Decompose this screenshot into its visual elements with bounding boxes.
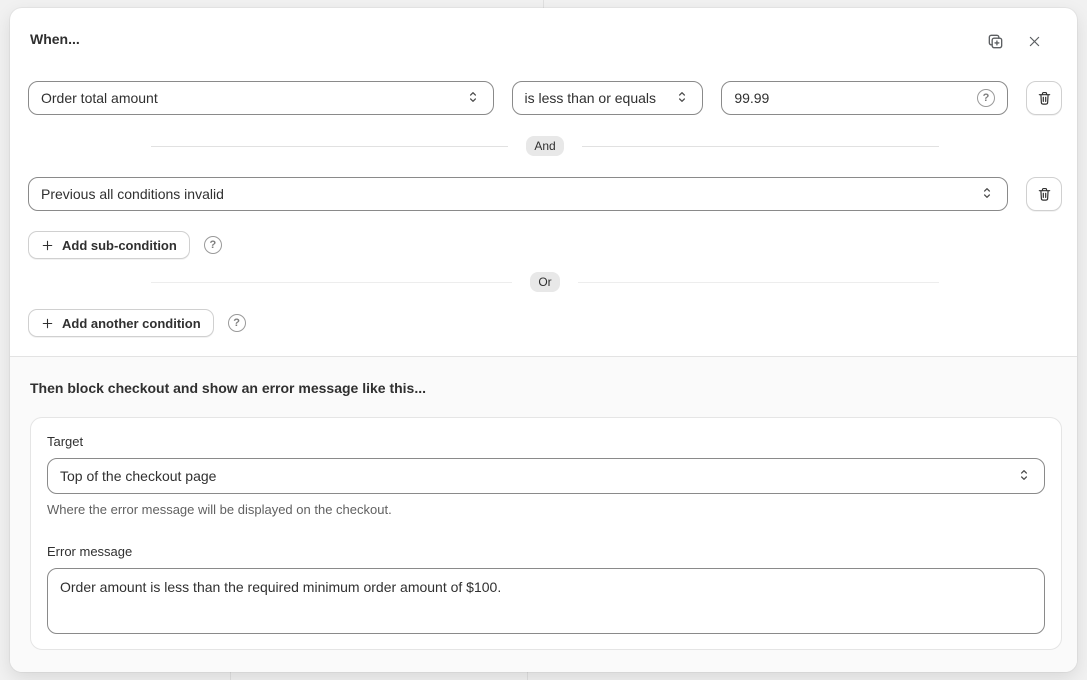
updown-chevron-icon: [674, 89, 690, 108]
updown-chevron-icon: [1016, 467, 1032, 486]
target-label: Target: [47, 434, 1045, 450]
background-divider: [230, 671, 231, 680]
then-heading: Then block checkout and show an error me…: [30, 379, 1062, 397]
updown-chevron-icon: [979, 185, 995, 204]
condition-operator-value: is less than or equals: [525, 90, 657, 106]
add-sub-condition-label: Add sub-condition: [62, 238, 177, 253]
or-badge: Or: [530, 272, 559, 292]
condition-value-input[interactable]: [734, 90, 977, 106]
question-icon[interactable]: ?: [228, 314, 246, 332]
background-divider: [527, 671, 528, 680]
separator-line: [578, 282, 939, 283]
then-section: Then block checkout and show an error me…: [10, 356, 1077, 672]
error-message-card: Target Top of the checkout page Where th…: [30, 417, 1062, 650]
condition-operator-select[interactable]: is less than or equals: [512, 81, 704, 115]
updown-chevron-icon: [465, 89, 481, 108]
target-help-text: Where the error message will be displaye…: [47, 502, 1045, 518]
question-icon[interactable]: ?: [977, 89, 995, 107]
separator-line: [151, 282, 512, 283]
condition-row-1: Order total amount is less than or equal…: [28, 81, 1062, 115]
separator-line: [151, 146, 508, 147]
sub-condition-select[interactable]: Previous all conditions invalid: [28, 177, 1008, 211]
add-another-condition-button[interactable]: Add another condition: [28, 309, 214, 337]
condition-row-2: Previous all conditions invalid: [28, 177, 1062, 211]
target-value: Top of the checkout page: [60, 468, 216, 484]
delete-condition-button[interactable]: [1026, 81, 1062, 115]
and-separator: And: [151, 135, 939, 157]
condition-field-select[interactable]: Order total amount: [28, 81, 494, 115]
plus-icon: [41, 317, 54, 330]
add-sub-condition-button[interactable]: Add sub-condition: [28, 231, 190, 259]
condition-value-field: ?: [721, 81, 1008, 115]
trash-icon: [1036, 186, 1053, 203]
plus-icon: [41, 239, 54, 252]
error-message-label: Error message: [47, 544, 1045, 560]
condition-rule-modal: When... Order total amount: [10, 8, 1077, 672]
when-section: When... Order total amount: [10, 8, 1077, 356]
question-icon[interactable]: ?: [204, 236, 222, 254]
or-separator: Or: [151, 271, 939, 293]
separator-line: [582, 146, 939, 147]
delete-sub-condition-button[interactable]: [1026, 177, 1062, 211]
sub-condition-value: Previous all conditions invalid: [41, 186, 224, 202]
add-another-condition-row: Add another condition ?: [28, 309, 1062, 337]
duplicate-icon[interactable]: [986, 32, 1005, 51]
and-badge: And: [526, 136, 563, 156]
add-another-condition-label: Add another condition: [62, 316, 201, 331]
add-sub-condition-row: Add sub-condition ?: [28, 231, 1062, 259]
trash-icon: [1036, 90, 1053, 107]
condition-field-value: Order total amount: [41, 90, 158, 106]
close-icon[interactable]: [1027, 34, 1042, 49]
target-select[interactable]: Top of the checkout page: [47, 458, 1045, 494]
error-message-textarea[interactable]: Order amount is less than the required m…: [47, 568, 1045, 634]
modal-title: When...: [30, 30, 80, 48]
